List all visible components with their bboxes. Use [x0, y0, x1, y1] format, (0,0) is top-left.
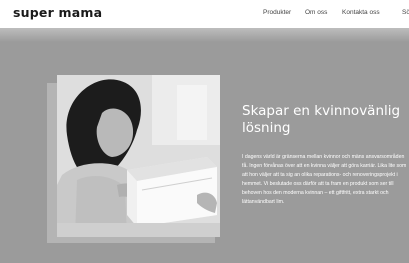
- site-header: super mama Produkter Om oss Kontakta oss…: [0, 0, 409, 28]
- hero-body-text: I dagens värld är gränserna mellan kvinn…: [242, 154, 407, 206]
- brand-logo[interactable]: super mama: [13, 5, 102, 20]
- hero-photo: [57, 75, 220, 237]
- nav-item-produkter[interactable]: Produkter: [263, 9, 291, 16]
- hero-title: Skapar en kvinnovänlig lösning: [242, 103, 401, 136]
- hero-shade: [0, 28, 409, 42]
- nav-item-kontakta-oss[interactable]: Kontakta oss: [342, 9, 380, 16]
- woman-gluing-drawer-photo: [57, 75, 220, 237]
- hero-section: Skapar en kvinnovänlig lösning I dagens …: [0, 28, 409, 263]
- nav-item-search[interactable]: Sö: [402, 9, 409, 16]
- nav-item-om-oss[interactable]: Om oss: [305, 9, 327, 16]
